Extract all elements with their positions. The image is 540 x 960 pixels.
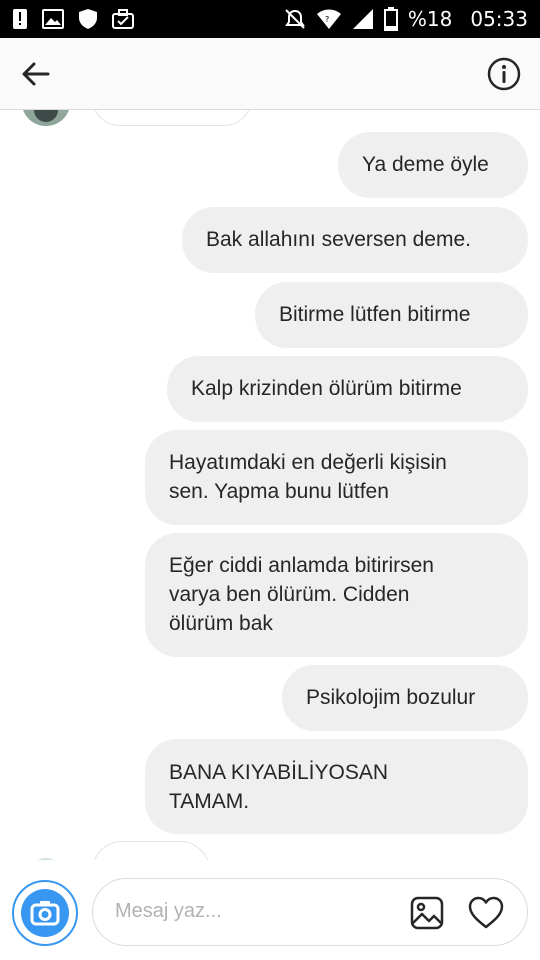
- message-input[interactable]: Mesaj yaz...: [92, 878, 528, 946]
- message-text: BANA KIYABİLİYOSAN: [169, 761, 389, 784]
- mute-icon: [284, 8, 306, 30]
- message-bubble[interactable]: Kalp krizinden ölürüm bitirme: [167, 356, 528, 422]
- message-text: Hayatımdaki en değerli kişisin: [169, 451, 447, 474]
- info-button[interactable]: [486, 56, 522, 92]
- message-bubble[interactable]: Ya deme öyle: [338, 132, 528, 198]
- message-bubble[interactable]: Hayatımdaki en değerli kişisin sen. Yapm…: [145, 430, 528, 525]
- message-bubble[interactable]: Bitirme lütfen bitirme: [255, 282, 528, 348]
- info-icon: [487, 57, 521, 91]
- partial-message-bubble: [92, 841, 210, 860]
- shield-icon: [78, 8, 98, 30]
- image-icon: [42, 9, 64, 29]
- message-bubble[interactable]: Psikolojim bozulur: [282, 665, 528, 731]
- message-text: Bak allahını seversen deme.: [206, 228, 471, 251]
- avatar[interactable]: [22, 110, 70, 126]
- arrow-left-icon: [22, 62, 50, 86]
- message-text: TAMAM.: [169, 790, 250, 813]
- alert-icon: [12, 8, 28, 30]
- gallery-icon: [410, 896, 444, 930]
- message-text: ölürüm bak: [169, 612, 273, 635]
- message-list[interactable]: Ya deme öyle Bak allahını seversen deme.…: [0, 110, 540, 860]
- camera-icon: [30, 901, 60, 926]
- svg-text:?: ?: [325, 15, 329, 24]
- message-text: Kalp krizinden ölürüm bitirme: [191, 377, 462, 400]
- gallery-button[interactable]: [409, 895, 445, 931]
- conversation-header: [0, 38, 540, 110]
- message-bubble[interactable]: Bak allahını seversen deme.: [182, 207, 528, 273]
- signal-icon: [352, 8, 374, 30]
- message-text: Ya deme öyle: [362, 153, 489, 176]
- wifi-icon: ?: [316, 8, 342, 30]
- message-bubble[interactable]: BANA KIYABİLİYOSAN TAMAM.: [145, 739, 528, 834]
- status-bar: ? %18 05:33: [0, 0, 540, 38]
- back-button[interactable]: [18, 56, 54, 92]
- message-bubble[interactable]: Eğer ciddi anlamda bitirirsen varya ben …: [145, 533, 528, 657]
- camera-button[interactable]: [12, 880, 78, 946]
- message-text: sen. Yapma bunu lütfen: [169, 480, 389, 503]
- message-text: Psikolojim bozulur: [306, 686, 476, 709]
- partial-message-bubble: [92, 110, 252, 126]
- briefcase-icon: [112, 8, 134, 30]
- battery-icon: [383, 7, 398, 31]
- message-text: Eğer ciddi anlamda bitirirsen: [169, 554, 434, 577]
- battery-percent: %18: [407, 7, 453, 31]
- message-text: varya ben ölürüm. Cidden: [169, 583, 410, 606]
- heart-icon: [468, 896, 504, 929]
- like-button[interactable]: [467, 894, 505, 932]
- clock: 05:33: [470, 7, 528, 31]
- message-input-placeholder: Mesaj yaz...: [115, 900, 222, 922]
- message-composer: Mesaj yaz...: [0, 860, 540, 960]
- message-text: Bitirme lütfen bitirme: [279, 303, 471, 326]
